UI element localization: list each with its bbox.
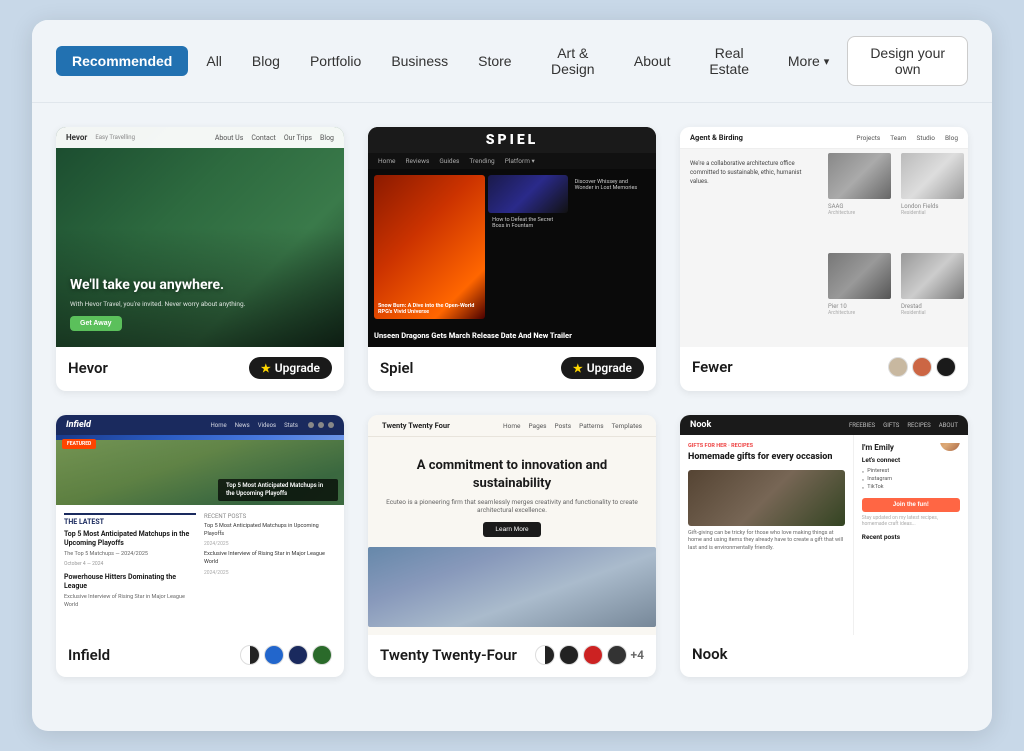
hevor-name: Hevor <box>68 359 108 377</box>
tab-blog[interactable]: Blog <box>240 46 292 76</box>
tab-realestate[interactable]: Real Estate <box>689 38 770 84</box>
infield-logo: Infield <box>66 420 91 430</box>
swatch-dark[interactable] <box>559 645 579 665</box>
fewer-name: Fewer <box>692 358 733 376</box>
hevor-preview: Hevor Easy Travelling About Us Contact O… <box>56 127 344 347</box>
star-icon: ★ <box>573 362 583 375</box>
fewer-gallery-image-2 <box>901 153 964 199</box>
infield-swatches <box>240 645 332 665</box>
chevron-down-icon: ▾ <box>824 55 830 68</box>
nook-preview: Nook FREEBIES GIFTS RECIPES ABOUT GIFTS … <box>680 415 968 635</box>
tt4-cta-button[interactable]: Learn More <box>483 522 540 537</box>
nook-product-image <box>688 470 845 526</box>
spiel-side-image-1 <box>488 175 567 213</box>
star-icon: ★ <box>261 362 271 375</box>
hevor-hero: We'll take you anywhere. With Hevor Trav… <box>56 148 344 347</box>
tab-about[interactable]: About <box>622 46 683 76</box>
tab-business[interactable]: Business <box>379 46 460 76</box>
tt4-preview: Twenty Twenty Four Home Pages Posts Patt… <box>368 415 656 635</box>
theme-card-spiel[interactable]: SPIEL Home Reviews Guides Trending Platf… <box>368 127 656 391</box>
fewer-info: Fewer <box>680 347 968 389</box>
theme-card-fewer[interactable]: Agent & Birding Projects Team Studio Blo… <box>680 127 968 391</box>
infield-hero-image: FEATURED Top 5 Most Anticipated Matchups… <box>56 435 344 505</box>
nook-name: Nook <box>692 645 728 663</box>
tt4-name: Twenty Twenty-Four <box>380 646 517 664</box>
spiel-main-image: Snow Burn: A Dive into the Open-World RP… <box>374 175 485 319</box>
tt4-swatches: +4 <box>535 645 644 665</box>
spiel-info: Spiel ★ Upgrade <box>368 347 656 391</box>
theme-card-twentytwentyfour[interactable]: Twenty Twenty Four Home Pages Posts Patt… <box>368 415 656 677</box>
swatch-coral[interactable] <box>912 357 932 377</box>
tab-recommended[interactable]: Recommended <box>56 46 188 76</box>
fewer-gallery-image-1 <box>828 153 891 199</box>
theme-card-nook[interactable]: Nook FREEBIES GIFTS RECIPES ABOUT GIFTS … <box>680 415 968 677</box>
swatch-dark2[interactable] <box>607 645 627 665</box>
spiel-preview: SPIEL Home Reviews Guides Trending Platf… <box>368 127 656 347</box>
infield-preview: Infield Home News Videos Stats <box>56 415 344 635</box>
fewer-preview: Agent & Birding Projects Team Studio Blo… <box>680 127 968 347</box>
swatch-blue[interactable] <box>264 645 284 665</box>
hevor-logo: Hevor <box>66 133 87 142</box>
tt4-info: Twenty Twenty-Four +4 <box>368 635 656 677</box>
tab-store[interactable]: Store <box>466 46 523 76</box>
nook-join-button[interactable]: Join the fun! <box>862 498 960 512</box>
swatch-red[interactable] <box>583 645 603 665</box>
nav-bar: Recommended All Blog Portfolio Business … <box>32 20 992 103</box>
spiel-logo: SPIEL <box>486 132 539 148</box>
swatch-half[interactable] <box>240 645 260 665</box>
tab-portfolio[interactable]: Portfolio <box>298 46 373 76</box>
tt4-hero: A commitment to innovation and sustainab… <box>368 437 656 547</box>
swatch-half[interactable] <box>535 645 555 665</box>
spiel-name: Spiel <box>380 359 413 377</box>
fewer-swatches <box>888 357 956 377</box>
spiel-upgrade-badge[interactable]: ★ Upgrade <box>561 357 644 379</box>
infield-info: Infield <box>56 635 344 677</box>
swatch-green[interactable] <box>312 645 332 665</box>
infield-name: Infield <box>68 646 110 664</box>
theme-card-infield[interactable]: Infield Home News Videos Stats <box>56 415 344 677</box>
hevor-info: Hevor ★ Upgrade <box>56 347 344 391</box>
nook-logo: Nook <box>690 420 711 430</box>
swatch-darkblue[interactable] <box>288 645 308 665</box>
fewer-gallery-image-4 <box>901 253 964 299</box>
nook-info: Nook <box>680 635 968 675</box>
theme-card-hevor[interactable]: Hevor Easy Travelling About Us Contact O… <box>56 127 344 391</box>
tab-artdesign[interactable]: Art & Design <box>530 38 616 84</box>
hevor-upgrade-badge[interactable]: ★ Upgrade <box>249 357 332 379</box>
main-container: Recommended All Blog Portfolio Business … <box>32 20 992 731</box>
fewer-logo: Agent & Birding <box>690 133 743 142</box>
swatch-plus-count: +4 <box>631 648 644 662</box>
design-your-own-button[interactable]: Design your own <box>847 36 968 86</box>
swatch-black[interactable] <box>936 357 956 377</box>
swatch-tan[interactable] <box>888 357 908 377</box>
tab-all[interactable]: All <box>194 46 234 76</box>
hevor-cta-button[interactable]: Get Away <box>70 316 122 331</box>
fewer-gallery-image-3 <box>828 253 891 299</box>
tab-more[interactable]: More ▾ <box>776 46 841 76</box>
tt4-building-image <box>368 547 656 627</box>
theme-grid: Hevor Easy Travelling About Us Contact O… <box>32 103 992 701</box>
